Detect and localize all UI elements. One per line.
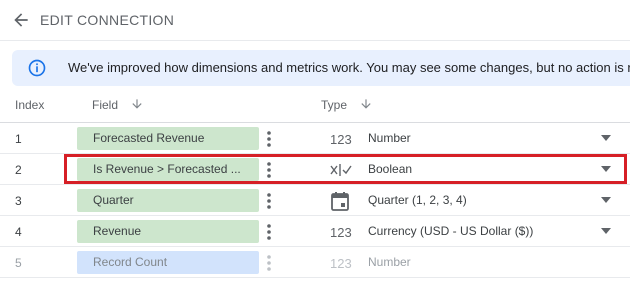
- dropdown-arrow-icon[interactable]: [600, 134, 612, 142]
- calendar-icon: [331, 192, 349, 211]
- dropdown-arrow-icon[interactable]: [600, 165, 612, 173]
- row-index: 2: [15, 163, 22, 177]
- number-type-icon: 123: [330, 256, 352, 271]
- row-index: 4: [15, 225, 22, 239]
- column-header-type[interactable]: Type: [321, 98, 347, 112]
- table-row: 2 Is Revenue > Forecasted ... Boolean: [0, 154, 630, 185]
- number-type-icon: 123: [330, 132, 352, 147]
- more-vert-icon[interactable]: [264, 222, 274, 242]
- field-chip[interactable]: Is Revenue > Forecasted ...: [77, 158, 259, 181]
- boolean-type-icon: [330, 164, 352, 176]
- row-index: 3: [15, 194, 22, 208]
- banner-text: We've improved how dimensions and metric…: [68, 60, 630, 75]
- column-header-field[interactable]: Field: [92, 98, 118, 112]
- info-icon: [28, 59, 46, 77]
- more-vert-icon[interactable]: [264, 129, 274, 149]
- table-row: 3 Quarter Quarter (1, 2, 3, 4): [0, 185, 630, 216]
- table-row: 4 Revenue 123 Currency (USD - US Dollar …: [0, 216, 630, 247]
- info-banner: We've improved how dimensions and metric…: [12, 50, 630, 86]
- page-title: EDIT CONNECTION: [40, 12, 175, 28]
- row-index: 5: [15, 256, 22, 270]
- table-row: 1 Forecasted Revenue 123 Number: [0, 123, 630, 154]
- type-select-value[interactable]: Currency (USD - US Dollar ($)): [368, 224, 533, 238]
- svg-text:123: 123: [330, 256, 352, 271]
- type-select-value[interactable]: Quarter (1, 2, 3, 4): [368, 193, 467, 207]
- more-vert-icon[interactable]: [264, 191, 274, 211]
- type-select-value: Number: [368, 255, 411, 269]
- sort-arrow-down-icon[interactable]: [130, 97, 144, 111]
- type-select-value[interactable]: Boolean: [368, 162, 412, 176]
- field-chip[interactable]: Forecasted Revenue: [77, 127, 259, 150]
- table-row: 5 Record Count 123 Number: [0, 247, 630, 278]
- field-chip[interactable]: Revenue: [77, 220, 259, 243]
- field-chip[interactable]: Record Count: [77, 251, 259, 274]
- svg-text:123: 123: [330, 132, 352, 147]
- field-chip[interactable]: Quarter: [77, 189, 259, 212]
- more-vert-icon[interactable]: [264, 160, 274, 180]
- column-header-index: Index: [15, 98, 45, 112]
- number-type-icon: 123: [330, 225, 352, 240]
- header-bar: EDIT CONNECTION: [0, 0, 630, 40]
- more-vert-icon[interactable]: [264, 253, 274, 273]
- sort-arrow-down-icon[interactable]: [359, 97, 373, 111]
- arrow-back-icon[interactable]: [11, 10, 31, 30]
- dropdown-arrow-icon[interactable]: [600, 196, 612, 204]
- svg-text:123: 123: [330, 225, 352, 240]
- row-index: 1: [15, 132, 22, 146]
- divider: [0, 40, 630, 41]
- dropdown-arrow-icon[interactable]: [600, 227, 612, 235]
- type-select-value[interactable]: Number: [368, 131, 411, 145]
